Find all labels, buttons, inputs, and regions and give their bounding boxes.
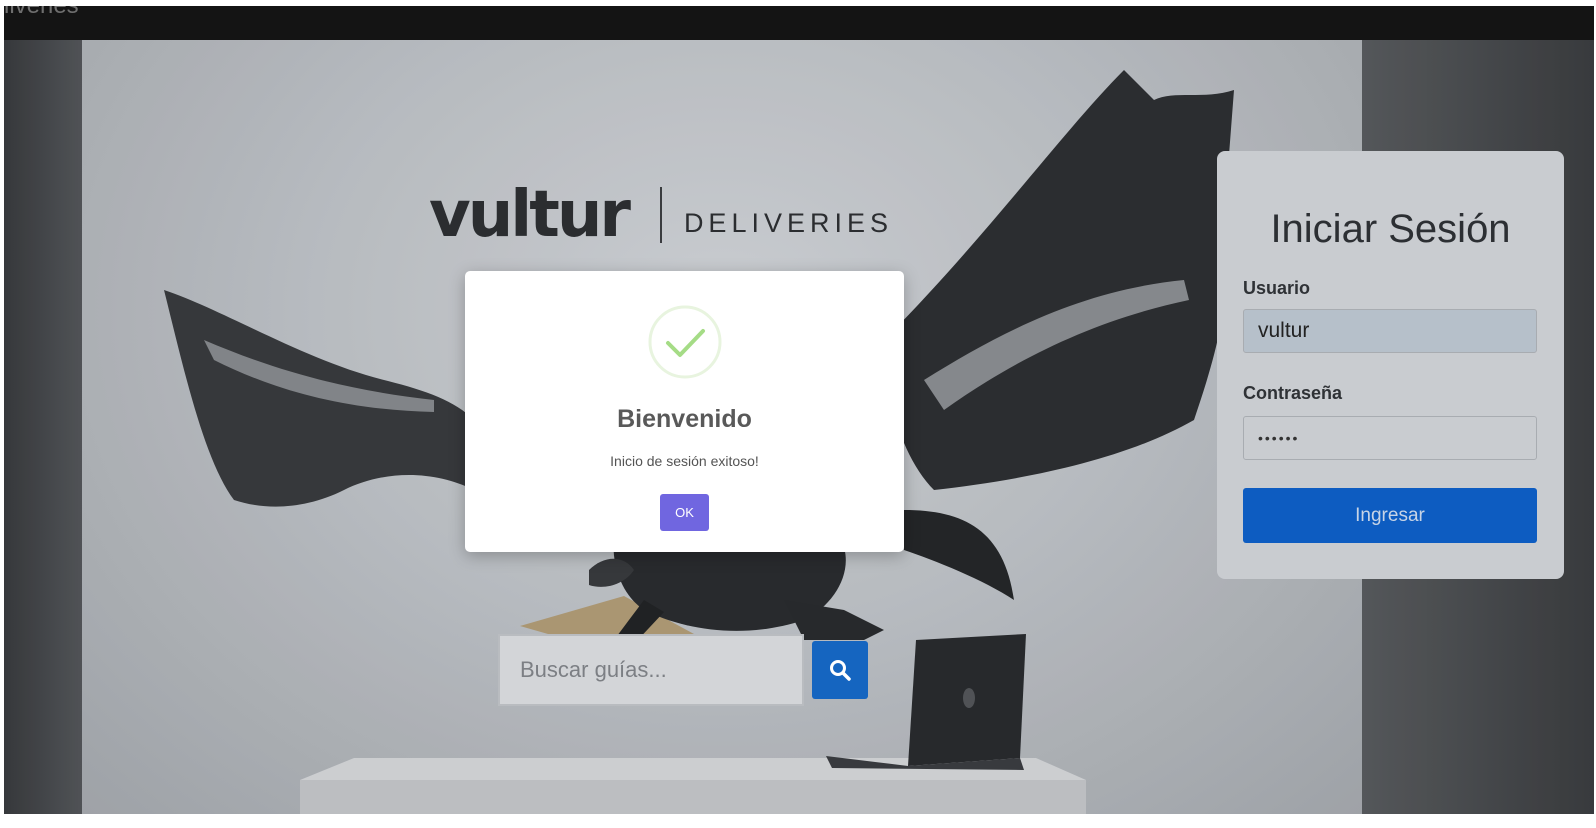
search-input[interactable] bbox=[498, 634, 804, 706]
search-button[interactable] bbox=[812, 641, 868, 699]
login-submit-button[interactable]: Ingresar bbox=[1243, 488, 1537, 543]
password-input[interactable] bbox=[1243, 416, 1537, 460]
modal-title: Bienvenido bbox=[617, 405, 752, 433]
brand-name: vultur bbox=[429, 178, 631, 252]
navbar-brand-text[interactable]: liveries bbox=[4, 6, 79, 20]
success-modal: Bienvenido Inicio de sesión exitoso! OK bbox=[465, 271, 904, 552]
brand-logo: vultur DELIVERIES bbox=[429, 180, 893, 250]
browser-viewport: liveries bbox=[4, 6, 1594, 814]
success-check-icon bbox=[648, 305, 722, 379]
modal-ok-button[interactable]: OK bbox=[660, 494, 709, 531]
username-label: Usuario bbox=[1243, 278, 1311, 298]
search-icon bbox=[830, 660, 851, 681]
brand-divider bbox=[659, 187, 662, 243]
password-label: Contraseña bbox=[1243, 383, 1343, 403]
modal-message: Inicio de sesión exitoso! bbox=[610, 453, 759, 469]
search-bar bbox=[498, 634, 868, 706]
username-input[interactable] bbox=[1243, 309, 1537, 353]
brand-tagline: DELIVERIES bbox=[683, 207, 893, 238]
top-navbar: liveries bbox=[4, 6, 1594, 40]
login-title: Iniciar Sesión bbox=[1270, 207, 1511, 251]
login-panel: Iniciar Sesión Usuario Contraseña Ingres… bbox=[1217, 151, 1564, 579]
